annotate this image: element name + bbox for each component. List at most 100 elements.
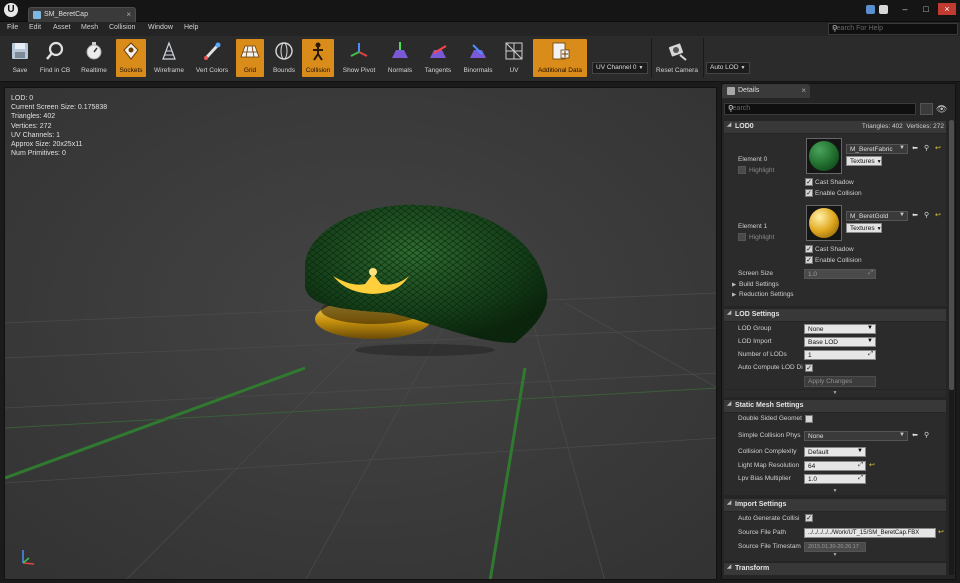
minimize-icon[interactable]: – [896,3,914,15]
title-bar: U SM_BeretCap × – □ × [0,0,960,22]
reduction-settings-label[interactable]: Reduction Settings [739,291,794,298]
menu-edit[interactable]: Edit [29,24,41,31]
element-1-highlight-label: Highlight [749,234,775,241]
tangents-button[interactable]: Tangents [420,39,456,77]
transform-header[interactable]: ◢ Transform [724,563,946,575]
menu-asset[interactable]: Asset [53,24,71,31]
tab-close-icon[interactable]: × [126,10,131,19]
auto-compute-lod-checkbox[interactable]: ✓ [805,364,813,372]
viewport-scene [5,88,716,579]
reset-camera-button[interactable]: Reset Camera [654,39,700,77]
browse-icon[interactable]: ⚲ [924,144,929,152]
screen-size-field[interactable]: 1.0 ⤢ [804,269,876,279]
lod-settings-expander[interactable]: ▼ [724,390,946,397]
menu-window[interactable]: Window [148,24,173,31]
normals-button[interactable]: Normals [383,39,417,77]
build-settings-label[interactable]: Build Settings [739,281,779,288]
lod-import-select[interactable]: Base LOD ▼ [804,337,876,347]
lpv-bias-value: 1.0 [808,476,818,483]
static-mesh-settings-header[interactable]: ◢ Static Mesh Settings [724,400,946,412]
save-button[interactable]: Save [5,39,35,77]
help-search-input[interactable]: Search For Help ⚲ [828,23,958,35]
show-pivot-button[interactable]: Show Pivot [339,39,379,77]
additional-data-icon [549,41,571,61]
reset-icon[interactable]: ↩ [938,528,944,536]
textures-button-fabric[interactable]: Textures ▼ [846,156,882,166]
import-settings-expander[interactable]: ▼ [724,552,946,559]
menu-collision[interactable]: Collision [109,24,135,31]
enable-collision-checkbox-0[interactable]: ✓ [805,189,813,197]
import-settings-title: Import Settings [735,501,787,508]
use-selected-icon[interactable]: ⬅ [912,144,918,152]
reset-icon[interactable]: ↩ [935,211,941,219]
element-1-highlight-checkbox[interactable] [738,233,746,241]
source-file-path-field[interactable]: ../../../../../Work/UT_15/SM_BeretCap.FB… [804,528,936,538]
menu-help[interactable]: Help [184,24,198,31]
static-mesh-expander[interactable]: ▼ [724,488,946,495]
double-sided-checkbox[interactable] [805,415,813,423]
cast-shadow-checkbox-0[interactable]: ✓ [805,178,813,186]
lod-combo[interactable]: Auto LOD ▼ [706,62,750,74]
uv-button[interactable]: UV [501,39,527,77]
lod0-header[interactable]: ◢ LOD0 Triangles: 402 Vertices: 272 [724,121,946,133]
view-options-icon[interactable]: 👁 [936,103,954,115]
simple-collision-select[interactable]: None ▼ [804,431,908,441]
close-window-icon[interactable]: × [938,3,956,15]
details-scrollbar[interactable] [949,120,954,575]
auto-compute-lod-label: Auto Compute LOD Di [738,364,803,371]
collision-complexity-value: Default [808,449,829,456]
element-0-highlight-checkbox[interactable] [738,166,746,174]
import-settings-header[interactable]: ◢ Import Settings [724,499,946,511]
sockets-button[interactable]: Sockets [116,39,146,77]
details-search-input[interactable]: Search ⚲ [724,103,916,115]
close-icon[interactable]: × [801,86,806,95]
stat-lod: LOD: 0 [11,95,34,102]
lod-settings-header[interactable]: ◢ LOD Settings [724,309,946,321]
browse-icon[interactable]: ⚲ [924,211,929,219]
help-icon[interactable] [879,5,888,14]
notification-icon[interactable] [866,5,875,14]
auto-generate-collision-checkbox[interactable]: ✓ [805,514,813,522]
browse-icon[interactable]: ⚲ [924,431,929,439]
apply-changes-button[interactable]: Apply Changes [804,376,876,387]
bounds-button[interactable]: Bounds [268,39,300,77]
material-select-fabric[interactable]: M_BeretFabric ▼ [846,144,908,154]
grid-button[interactable]: Grid [236,39,264,77]
menu-mesh[interactable]: Mesh [81,24,98,31]
use-selected-icon[interactable]: ⬅ [912,431,918,439]
scrollbar-thumb[interactable] [949,120,954,390]
light-map-resolution-value: 64 [808,463,816,470]
enable-collision-checkbox-1[interactable]: ✓ [805,256,813,264]
lpv-bias-field[interactable]: 1.0 ⤢ [804,474,866,484]
number-of-lods-field[interactable]: 1 ⤢ [804,350,876,360]
uv-icon [503,41,525,61]
reset-icon[interactable]: ↩ [935,144,941,152]
binormals-button[interactable]: Binormals [459,39,497,77]
find-in-cb-button[interactable]: Find in CB [37,39,73,77]
material-name-fabric: M_BeretFabric [850,146,893,153]
mesh-viewport[interactable]: LOD: 0 Current Screen Size: 0.175838 Tri… [4,87,717,580]
collision-button[interactable]: Collision [302,39,334,77]
vert-colors-button[interactable]: Vert Colors [192,39,232,77]
menu-file[interactable]: File [7,24,18,31]
material-select-gold[interactable]: M_BeretGold ▼ [846,211,908,221]
cast-shadow-checkbox-1[interactable]: ✓ [805,245,813,253]
material-thumbnail-gold[interactable] [806,205,842,241]
use-selected-icon[interactable]: ⬅ [912,211,918,219]
collision-complexity-select[interactable]: Default ▼ [804,447,866,457]
additional-data-button[interactable]: Additional Data [533,39,587,77]
light-map-resolution-field[interactable]: 64 ⤢ [804,461,866,471]
realtime-button[interactable]: Realtime [77,39,111,77]
lod-group-select[interactable]: None ▼ [804,324,876,334]
property-matrix-button[interactable] [920,103,933,115]
asset-tab[interactable]: SM_BeretCap × [28,7,136,22]
textures-button-gold[interactable]: Textures ▼ [846,223,882,233]
wireframe-button[interactable]: Wireframe [150,39,188,77]
cast-shadow-label-0: Cast Shadow [815,179,854,186]
source-file-timestamp-value: 2015.01.30-20.26.17 [808,544,859,550]
material-thumbnail-fabric[interactable] [806,138,842,174]
uv-channel-combo[interactable]: UV Channel 0 ▼ [592,62,648,74]
maximize-icon[interactable]: □ [917,3,935,15]
details-tab[interactable]: Details × [722,84,810,98]
reset-icon[interactable]: ↩ [869,461,875,469]
